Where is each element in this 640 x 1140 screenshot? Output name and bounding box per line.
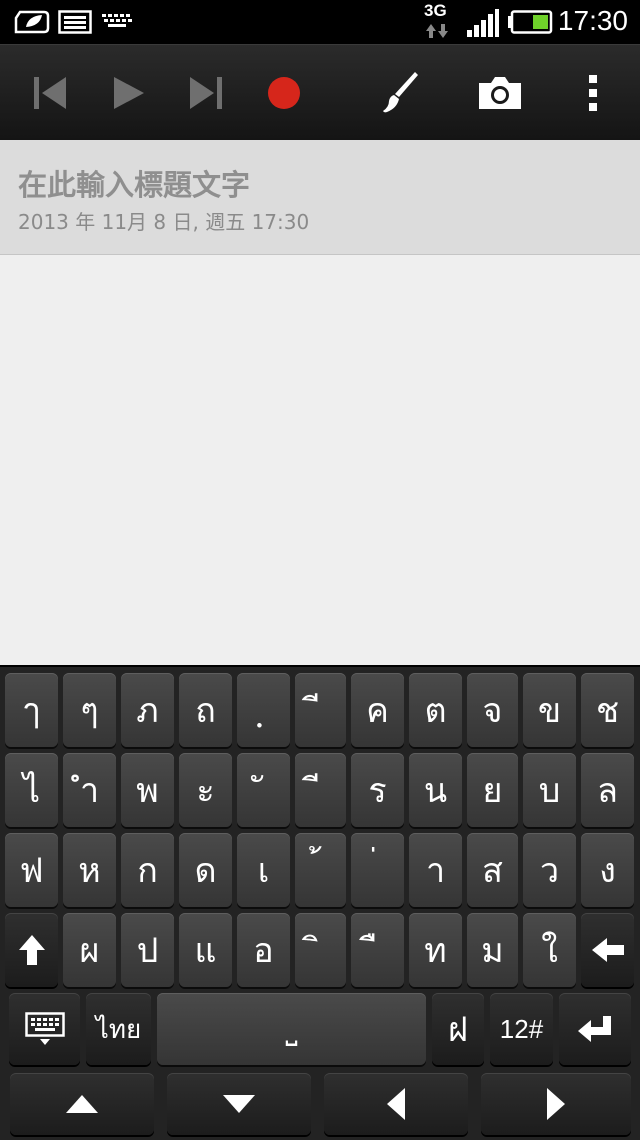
symbols-key[interactable]: 12# bbox=[490, 993, 553, 1065]
note-toolbar bbox=[0, 44, 640, 141]
play-button[interactable] bbox=[100, 45, 156, 141]
thai-keyboard: ๅ ๆ ภ ถ ฺ ี ค ต จ ข ช ไ ำ พ ะ ั ี ร น ย … bbox=[0, 665, 640, 1140]
key[interactable]: ร bbox=[351, 753, 404, 827]
battery-icon bbox=[508, 10, 553, 34]
key[interactable]: ห bbox=[63, 833, 116, 907]
key[interactable]: ๆ bbox=[63, 673, 116, 747]
note-header: 在此輸入標題文字 2013 年 11月 8 日, 週五 17:30 bbox=[0, 140, 640, 255]
keyboard-settings-key[interactable] bbox=[9, 993, 80, 1065]
key[interactable]: อ bbox=[237, 913, 290, 987]
key[interactable]: ช bbox=[581, 673, 634, 747]
skip-next-icon bbox=[190, 77, 222, 109]
shift-key[interactable] bbox=[5, 913, 58, 987]
backspace-key[interactable] bbox=[581, 913, 634, 987]
arrow-left-key[interactable] bbox=[324, 1073, 468, 1135]
record-icon bbox=[268, 77, 300, 109]
brush-icon bbox=[383, 72, 418, 113]
backspace-arrow-icon bbox=[591, 938, 624, 962]
key[interactable]: แ bbox=[179, 913, 232, 987]
key[interactable]: ำ bbox=[63, 753, 116, 827]
key[interactable]: า bbox=[409, 833, 462, 907]
key[interactable]: ด bbox=[179, 833, 232, 907]
play-icon bbox=[114, 77, 144, 109]
arrow-right-key[interactable] bbox=[481, 1073, 631, 1135]
key[interactable]: ิ bbox=[295, 913, 346, 987]
key[interactable]: ื bbox=[351, 913, 404, 987]
key[interactable]: ก bbox=[121, 833, 174, 907]
overflow-menu-button[interactable] bbox=[570, 45, 616, 141]
key[interactable]: ฺ bbox=[237, 673, 290, 747]
key[interactable]: ง bbox=[581, 833, 634, 907]
enter-key[interactable] bbox=[559, 993, 631, 1065]
key[interactable]: ข bbox=[523, 673, 576, 747]
key[interactable]: ใ bbox=[523, 913, 576, 987]
key[interactable]: ี bbox=[295, 753, 346, 827]
note-title-field[interactable]: 在此輸入標題文字 bbox=[18, 162, 250, 204]
key[interactable]: ั bbox=[237, 753, 290, 827]
skip-previous-icon bbox=[34, 77, 66, 109]
keyboard-notification-icon bbox=[102, 14, 132, 27]
brush-button[interactable] bbox=[372, 45, 428, 141]
key[interactable]: ว bbox=[523, 833, 576, 907]
key[interactable]: ต bbox=[409, 673, 462, 747]
language-key[interactable]: ไทย bbox=[86, 993, 151, 1065]
key[interactable]: ภ bbox=[121, 673, 174, 747]
key[interactable]: ถ bbox=[179, 673, 232, 747]
key[interactable]: บ bbox=[523, 753, 576, 827]
arrow-left-icon bbox=[387, 1088, 405, 1120]
data-3g-icon: 3G bbox=[424, 2, 454, 42]
key[interactable]: ่ bbox=[351, 833, 404, 907]
key[interactable]: ฟ bbox=[5, 833, 58, 907]
key[interactable]: ไ bbox=[5, 753, 58, 827]
camera-icon bbox=[479, 77, 521, 109]
clock: 17:30 bbox=[557, 5, 628, 36]
status-bar: 3G 17:30 bbox=[0, 0, 640, 44]
key[interactable]: ค bbox=[351, 673, 404, 747]
note-body-editor[interactable] bbox=[0, 255, 640, 665]
arrow-up-key[interactable] bbox=[10, 1073, 154, 1135]
arrow-down-key[interactable] bbox=[167, 1073, 311, 1135]
keyboard-icon bbox=[24, 1012, 65, 1045]
arrow-down-icon bbox=[223, 1095, 255, 1113]
key[interactable]: ี bbox=[295, 673, 346, 747]
power-saver-icon bbox=[14, 10, 50, 34]
image-notification-icon bbox=[58, 10, 92, 34]
network-label: 3G bbox=[424, 1, 447, 20]
key[interactable]: ป bbox=[121, 913, 174, 987]
skip-next-button[interactable] bbox=[178, 45, 234, 141]
key[interactable]: ๅ bbox=[5, 673, 58, 747]
key[interactable]: ผ bbox=[63, 913, 116, 987]
key[interactable]: ท bbox=[409, 913, 462, 987]
space-key[interactable]: ⎵ bbox=[157, 993, 426, 1065]
key[interactable]: พ bbox=[121, 753, 174, 827]
arrow-right-icon bbox=[547, 1088, 565, 1120]
skip-previous-button[interactable] bbox=[22, 45, 78, 141]
arrow-up-icon bbox=[66, 1095, 98, 1113]
camera-button[interactable] bbox=[470, 45, 530, 141]
key[interactable]: ฝ bbox=[432, 993, 484, 1065]
key[interactable]: ย bbox=[467, 753, 518, 827]
overflow-menu-icon bbox=[589, 75, 597, 111]
key[interactable]: ะ bbox=[179, 753, 232, 827]
key[interactable]: ม bbox=[467, 913, 518, 987]
signal-icon bbox=[467, 9, 499, 37]
enter-arrow-icon bbox=[578, 1016, 611, 1042]
key[interactable]: น bbox=[409, 753, 462, 827]
key[interactable]: เ bbox=[237, 833, 290, 907]
key[interactable]: ส bbox=[467, 833, 518, 907]
key[interactable]: ล bbox=[581, 753, 634, 827]
note-date: 2013 年 11月 8 日, 週五 17:30 bbox=[18, 210, 310, 234]
key[interactable]: ้ bbox=[295, 833, 346, 907]
record-button[interactable] bbox=[256, 45, 312, 141]
shift-arrow-icon bbox=[18, 935, 45, 965]
key[interactable]: จ bbox=[467, 673, 518, 747]
